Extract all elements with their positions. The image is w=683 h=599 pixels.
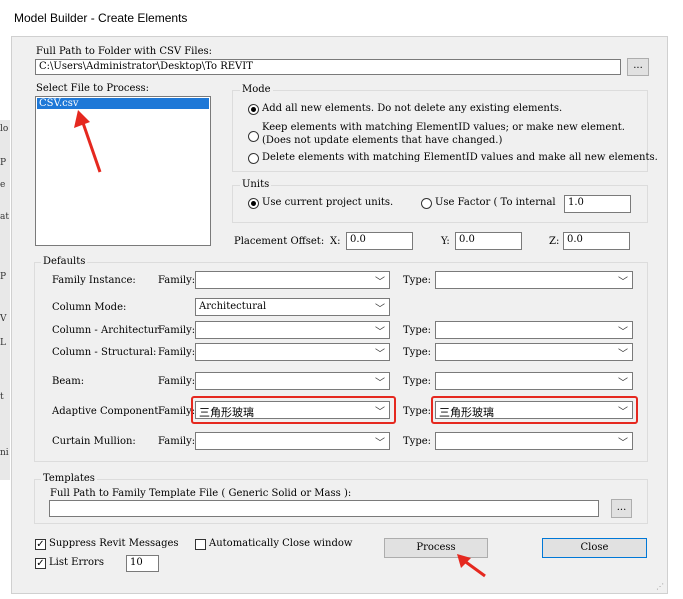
column-struct-type-combo[interactable]: ﹀	[435, 343, 633, 361]
errors-count-input[interactable]: 10	[126, 555, 159, 572]
mullion-family-combo[interactable]: ﹀	[195, 432, 390, 450]
template-path-input[interactable]	[49, 500, 599, 517]
row-family-instance-type-label: Type:	[403, 275, 432, 286]
row-family-instance-label: Family Instance:	[52, 275, 136, 286]
mode-title: Mode	[240, 84, 273, 95]
family-instance-family-combo[interactable]: ﹀	[195, 271, 390, 289]
title-bar[interactable]: Model Builder - Create Elements	[0, 0, 683, 36]
chevron-down-icon: ﹀	[618, 378, 628, 389]
template-path-label: Full Path to Family Template File ( Gene…	[50, 488, 352, 499]
background-fragment-text: V	[0, 314, 7, 324]
row-beam-label: Beam:	[52, 376, 85, 387]
background-fragment-text: t	[0, 392, 4, 402]
row-column-arch-label: Column - Architectur	[52, 325, 159, 336]
background-fragment-text: lo	[0, 124, 9, 134]
row-beam-family-label: Family:	[158, 376, 196, 387]
row-column-arch-family-label: Family:	[158, 325, 196, 336]
defaults-title: Defaults	[41, 256, 88, 267]
units-title: Units	[240, 179, 272, 190]
placement-label: Placement Offset:	[234, 236, 325, 247]
annotation-arrow-file	[74, 110, 102, 173]
annotation-box-family	[191, 396, 396, 424]
column-struct-family-combo[interactable]: ﹀	[195, 343, 390, 361]
mode-keep-radio[interactable]	[248, 131, 259, 142]
column-mode-combo[interactable]: Architectural ﹀	[195, 298, 390, 316]
list-errors-label: List Errors	[49, 557, 104, 568]
row-column-struct-label: Column - Structural:	[52, 347, 157, 358]
mullion-type-combo[interactable]: ﹀	[435, 432, 633, 450]
units-project-radio[interactable]	[248, 198, 259, 209]
file-list-item[interactable]: CSV.csv	[37, 98, 209, 109]
chevron-down-icon: ﹀	[375, 349, 385, 360]
list-errors-checkbox[interactable]: ✓	[35, 558, 46, 569]
chevron-down-icon: ﹀	[618, 277, 628, 288]
mode-delete-label: Delete elements with matching ElementID …	[262, 152, 658, 163]
family-instance-type-combo[interactable]: ﹀	[435, 271, 633, 289]
row-mullion-type-label: Type:	[403, 436, 432, 447]
suppress-messages-checkbox[interactable]: ✓	[35, 539, 46, 550]
chevron-down-icon: ﹀	[375, 277, 385, 288]
placement-z-label: Z:	[549, 236, 560, 247]
placement-x-input[interactable]: 0.0	[346, 232, 413, 250]
mode-add-radio[interactable]	[248, 104, 259, 115]
row-mullion-family-label: Family:	[158, 436, 196, 447]
placement-y-input[interactable]: 0.0	[455, 232, 522, 250]
csv-browse-button[interactable]: ...	[627, 58, 649, 76]
mode-keep-sublabel: (Does not update elements that have chan…	[262, 135, 503, 146]
chevron-down-icon: ﹀	[618, 438, 628, 449]
templates-title: Templates	[41, 473, 97, 484]
row-column-arch-type-label: Type:	[403, 325, 432, 336]
row-beam-type-label: Type:	[403, 376, 432, 387]
background-app-strip: lo Pe at P V Lt ni	[0, 120, 10, 480]
csv-path-input[interactable]: C:\Users\Administrator\Desktop\To REVIT	[35, 59, 621, 75]
file-select-label: Select File to Process:	[36, 83, 150, 94]
background-fragment-text: P	[0, 158, 7, 168]
chevron-down-icon: ﹀	[618, 349, 628, 360]
template-browse-button[interactable]: ...	[611, 499, 632, 518]
background-fragment-text: ni	[0, 448, 9, 458]
placement-x-label: X:	[330, 236, 341, 247]
units-factor-radio[interactable]	[421, 198, 432, 209]
resize-grip-icon[interactable]: ⋰	[656, 582, 664, 591]
background-fragment-text: L	[0, 338, 6, 348]
column-arch-family-combo[interactable]: ﹀	[195, 321, 390, 339]
row-mullion-label: Curtain Mullion:	[52, 436, 136, 447]
placement-y-label: Y:	[441, 236, 450, 247]
placement-z-input[interactable]: 0.0	[563, 232, 630, 250]
annotation-arrow-process	[457, 554, 486, 578]
row-column-mode-label: Column Mode:	[52, 302, 127, 313]
auto-close-label: Automatically Close window	[209, 538, 353, 549]
row-adaptive-label: Adaptive Component:	[52, 406, 162, 417]
units-factor-input[interactable]: 1.0	[564, 195, 631, 213]
chevron-down-icon: ﹀	[375, 438, 385, 449]
mode-keep-label: Keep elements with matching ElementID va…	[262, 122, 625, 133]
window-title: Model Builder - Create Elements	[14, 11, 188, 25]
beam-type-combo[interactable]: ﹀	[435, 372, 633, 390]
mode-add-label: Add all new elements. Do not delete any …	[262, 103, 563, 114]
units-factor-label: Use Factor ( To internal	[435, 197, 556, 208]
row-family-instance-family-label: Family:	[158, 275, 196, 286]
units-project-label: Use current project units.	[262, 197, 394, 208]
combo-value: Architectural	[199, 301, 267, 312]
auto-close-checkbox[interactable]	[195, 539, 206, 550]
row-column-struct-type-label: Type:	[403, 347, 432, 358]
background-fragment-text: P	[0, 272, 7, 282]
row-adaptive-family-label: Family:	[158, 406, 196, 417]
mode-delete-radio[interactable]	[248, 153, 259, 164]
chevron-down-icon: ﹀	[375, 304, 385, 315]
beam-family-combo[interactable]: ﹀	[195, 372, 390, 390]
chevron-down-icon: ﹀	[375, 378, 385, 389]
background-fragment-text: at	[0, 212, 9, 222]
annotation-box-type	[431, 396, 638, 424]
file-listbox[interactable]: CSV.csv	[35, 96, 211, 246]
background-fragment-text: e	[0, 180, 6, 190]
column-arch-type-combo[interactable]: ﹀	[435, 321, 633, 339]
row-adaptive-type-label: Type:	[403, 406, 432, 417]
close-button[interactable]: Close	[542, 538, 647, 558]
suppress-messages-label: Suppress Revit Messages	[49, 538, 179, 549]
csv-path-label: Full Path to Folder with CSV Files:	[36, 46, 212, 57]
chevron-down-icon: ﹀	[375, 327, 385, 338]
chevron-down-icon: ﹀	[618, 327, 628, 338]
row-column-struct-family-label: Family:	[158, 347, 196, 358]
